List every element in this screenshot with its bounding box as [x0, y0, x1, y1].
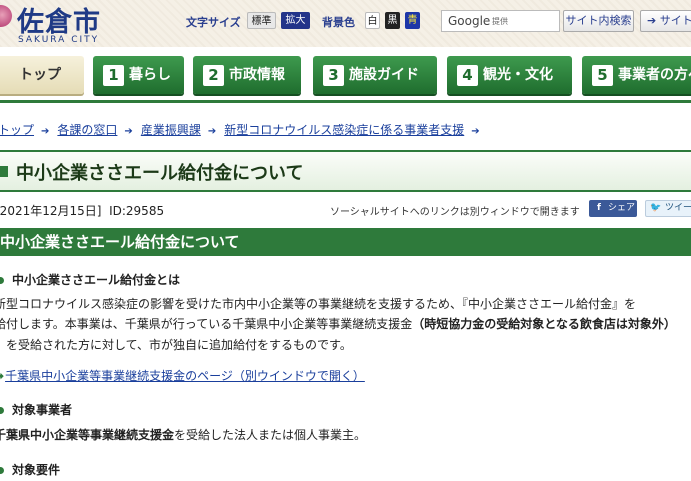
bullet-icon — [0, 277, 4, 284]
tab-kurashi[interactable]: 1 暮らし — [93, 56, 184, 94]
tab-label: 事業者の方へ — [618, 67, 691, 83]
tab-jigyosha[interactable]: 5 事業者の方へ — [582, 56, 691, 94]
tab-label: トップ — [19, 67, 61, 83]
bullet-icon — [0, 407, 4, 414]
title-bar: 中小企業ささエール給付金について — [0, 150, 691, 192]
tab-number: 1 — [103, 64, 124, 86]
bgcolor-black-button[interactable]: 黒 — [385, 12, 400, 29]
support-link-row: ➡千葉県中小企業等事業継続支援金のページ（別ウインドウで開く） — [0, 367, 365, 384]
tab-number: 4 — [457, 64, 478, 86]
target-bold: 千葉県中小企業等事業継続支援金 — [0, 428, 175, 442]
tab-label: 施設ガイド — [349, 67, 419, 83]
heading-requirements: 対象要件 — [0, 461, 60, 478]
page: 佐倉市 SAKURA CITY 文字サイズ 標準 拡大 背景色 白 黒 青 Go… — [0, 0, 691, 481]
breadcrumb-separator-icon: ➔ — [471, 126, 480, 137]
site-logo-title[interactable]: 佐倉市 — [17, 0, 101, 39]
tab-shisetsu[interactable]: 3 施設ガイド — [313, 56, 437, 94]
text-size-standard-button[interactable]: 標準 — [247, 12, 276, 29]
tab-number: 5 — [592, 64, 613, 86]
update-date: [2021年12月15日] — [0, 204, 102, 218]
tab-top[interactable]: トップ — [0, 56, 84, 94]
tab-label: 観光・文化 — [483, 67, 553, 83]
about-line-2-note: （時短協力金の受給対象となる飲食店は対象外） — [412, 317, 676, 331]
tab-shisei[interactable]: 2 市政情報 — [193, 56, 301, 94]
sitemap-label: サイトマップ — [659, 14, 691, 27]
about-line-2-text: 給付します。本事業は、千葉県が行っている千葉県中小企業等事業継続支援金 — [0, 317, 413, 331]
text-size-large-button[interactable]: 拡大 — [281, 12, 310, 29]
heading-about-text: 中小企業ささエール給付金とは — [12, 273, 181, 287]
breadcrumb-sangyo[interactable]: 産業振興課 — [141, 123, 201, 137]
heading-target-text: 対象事業者 — [12, 403, 73, 417]
breadcrumb-madoguchi[interactable]: 各課の窓口 — [57, 123, 117, 137]
tab-label: 暮らし — [129, 67, 171, 83]
section-heading: 中小企業ささエール給付金について — [0, 228, 691, 256]
tab-kanko[interactable]: 4 観光・文化 — [447, 56, 572, 94]
facebook-icon: f — [597, 203, 601, 213]
global-nav: トップ 1 暮らし 2 市政情報 3 施設ガイド 4 観光・文化 5 事業者の方へ — [0, 47, 691, 103]
about-line-2: 給付します。本事業は、千葉県が行っている千葉県中小企業等事業継続支援金（時短協力… — [0, 315, 676, 333]
twitter-share-label: ツイート — [665, 203, 691, 213]
facebook-share-button[interactable]: f シェア — [589, 200, 637, 217]
nav-divider — [0, 100, 691, 103]
support-page-link[interactable]: 千葉県中小企業等事業継続支援金のページ（別ウインドウで開く） — [5, 369, 365, 383]
target-rest: を受給した法人または個人事業主。 — [174, 428, 367, 442]
breadcrumb-top[interactable]: トップ — [0, 123, 34, 137]
about-line-1: 新型コロナウイルス感染症の影響を受けた市内中小企業等の事業継続を支援するため、『… — [0, 297, 637, 311]
sitemap-link[interactable]: ➔ サイトマップ — [640, 10, 691, 32]
page-id: ID:29585 — [109, 204, 165, 218]
heading-requirements-text: 対象要件 — [12, 463, 61, 477]
page-title: 中小企業ささエール給付金について — [16, 163, 304, 184]
breadcrumb-corona-support[interactable]: 新型コロナウイルス感染症に係る事業者支援 — [224, 123, 464, 137]
breadcrumb-separator-icon: ➔ — [207, 126, 217, 137]
arrow-right-icon: ➔ — [647, 14, 660, 27]
facebook-share-label: シェア — [608, 203, 636, 213]
twitter-icon: 🐦 — [650, 203, 662, 213]
site-logo-subtitle: SAKURA CITY — [18, 35, 100, 45]
search-input[interactable]: Google 提供 — [441, 10, 560, 32]
sakura-logo-icon — [0, 5, 12, 27]
text-size-label: 文字サイズ — [186, 16, 241, 29]
target-text: 千葉県中小企業等事業継続支援金を受給した法人または個人事業主。 — [0, 426, 366, 444]
tab-number: 3 — [323, 64, 344, 86]
breadcrumb: トップ ➔ 各課の窓口 ➔ 産業振興課 ➔ 新型コロナウイルス感染症に係る事業者支援 ➔ — [0, 121, 488, 139]
page-meta: [2021年12月15日] ID:29585 — [0, 202, 164, 219]
google-label: Google — [448, 14, 491, 28]
site-header: 佐倉市 SAKURA CITY 文字サイズ 標準 拡大 背景色 白 黒 青 Go… — [0, 0, 691, 47]
heading-about: 中小企業ささエール給付金とは — [0, 271, 180, 288]
breadcrumb-separator-icon: ➔ — [41, 126, 50, 137]
site-search-button[interactable]: サイト内検索 — [563, 10, 634, 32]
heading-target: 対象事業者 — [0, 401, 72, 418]
arrow-right-icon: ➡ — [0, 369, 4, 383]
bgcolor-label: 背景色 — [322, 16, 355, 29]
bgcolor-white-button[interactable]: 白 — [365, 12, 380, 29]
title-marker-icon — [0, 166, 8, 177]
bullet-icon — [0, 467, 4, 474]
tab-number: 2 — [203, 64, 224, 86]
twitter-share-button[interactable]: 🐦ツイート — [645, 200, 691, 217]
about-line-3: ）を受給された方に対して、市が独自に追加給付をするものです。 — [0, 338, 352, 352]
tab-label: 市政情報 — [229, 67, 285, 83]
breadcrumb-separator-icon: ➔ — [124, 126, 133, 137]
social-note: ソーシャルサイトへのリンクは別ウィンドウで開きます — [330, 207, 580, 218]
google-provided-label: 提供 — [492, 17, 508, 26]
bgcolor-blue-button[interactable]: 青 — [405, 12, 420, 29]
